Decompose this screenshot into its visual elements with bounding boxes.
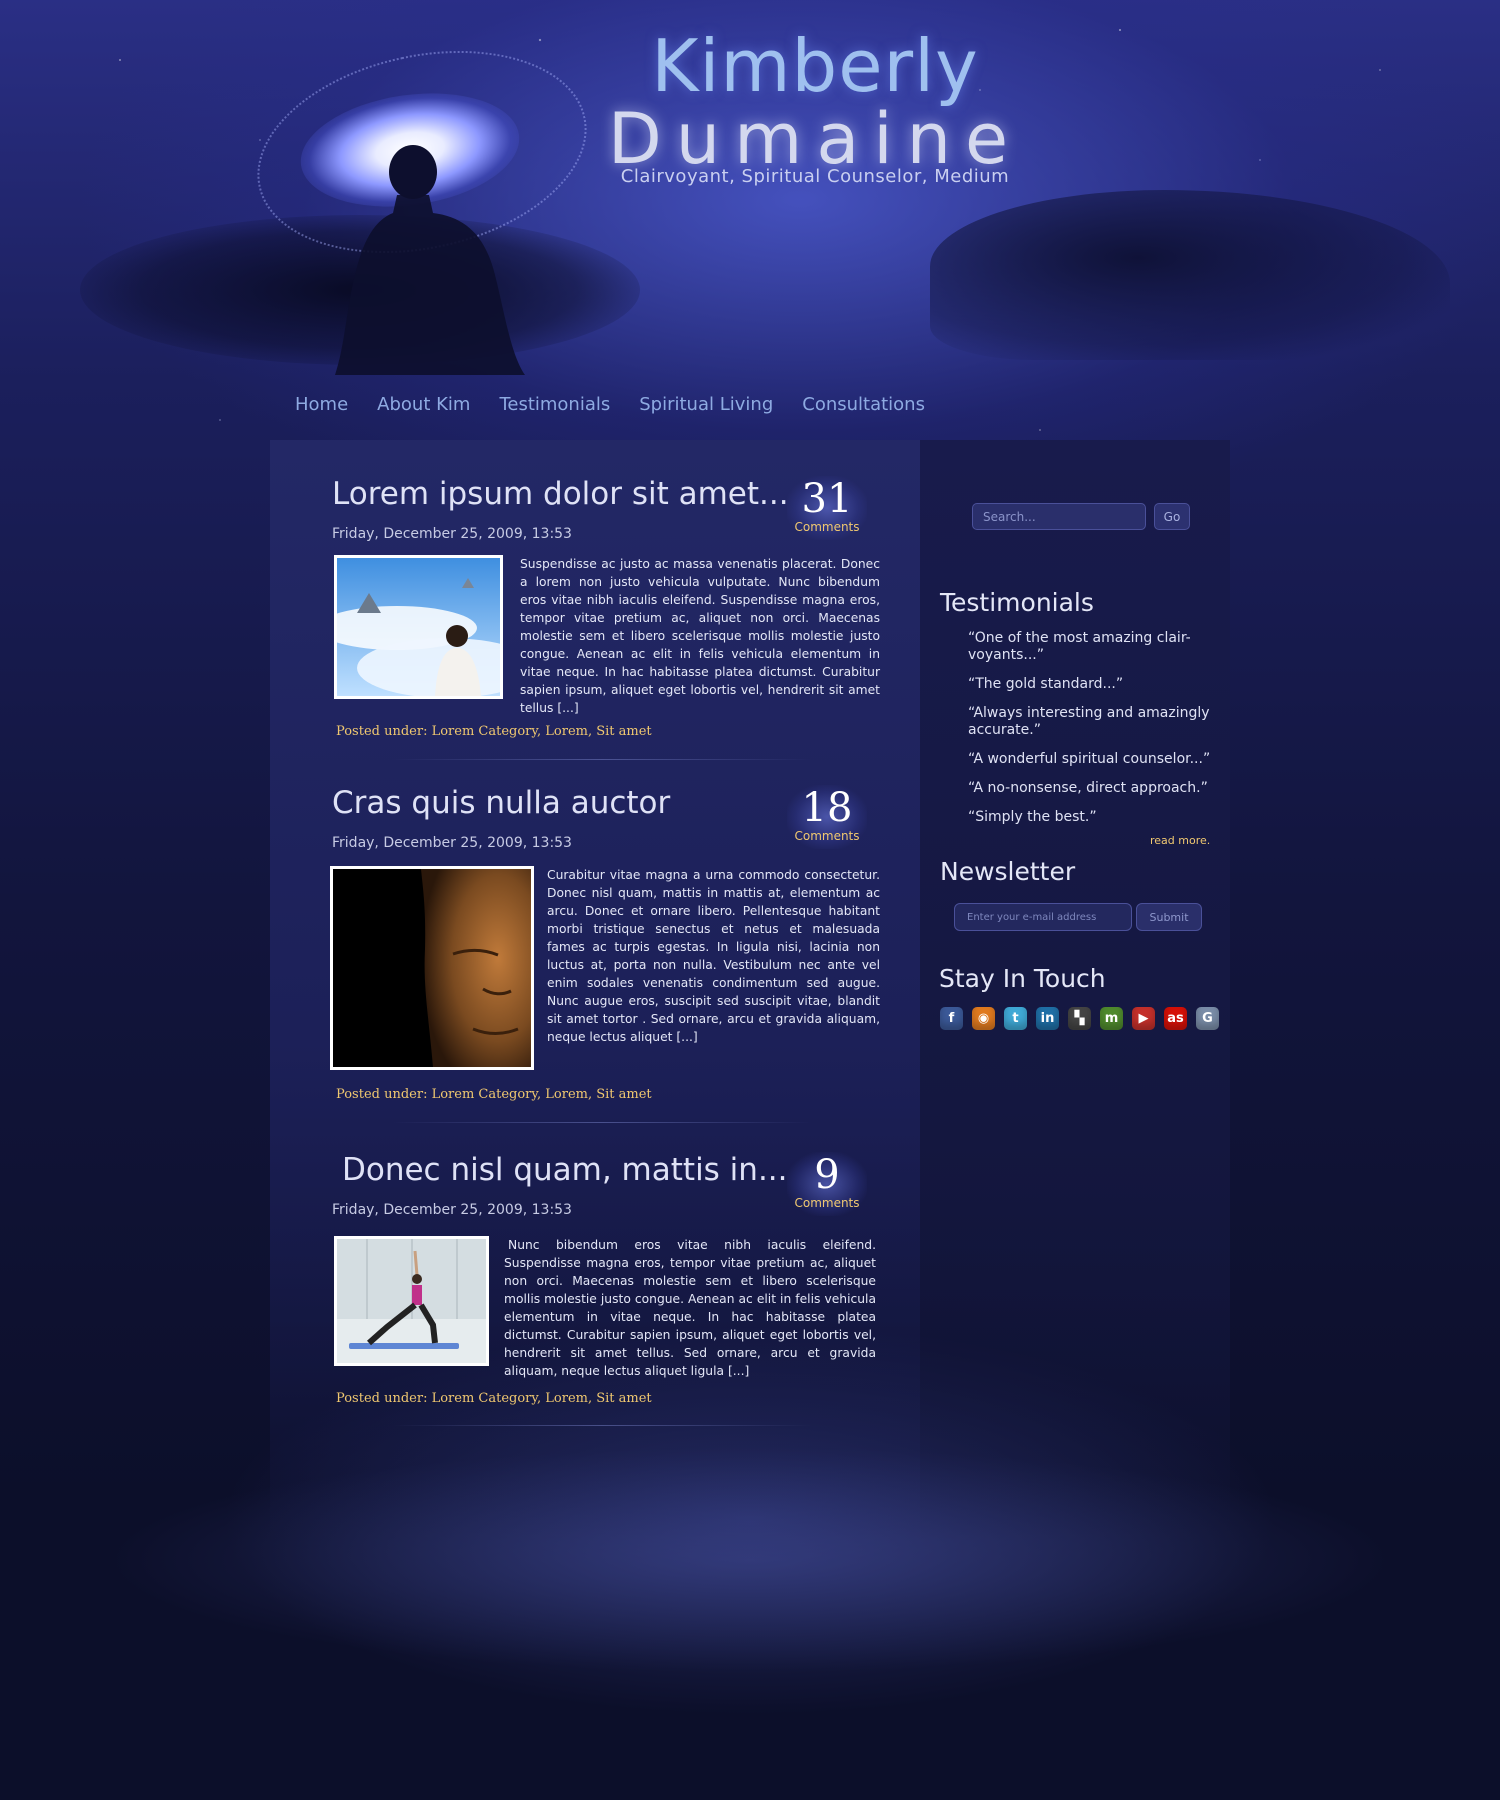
twitter-icon[interactable]: t (1004, 1007, 1027, 1030)
newsletter-submit-button[interactable]: Submit (1136, 903, 1202, 931)
comment-label: Comments (794, 520, 860, 534)
category-link[interactable]: Lorem Category (432, 1087, 537, 1102)
delicious-icon[interactable]: ▚ (1068, 1007, 1091, 1030)
blog-post: Donec nisl quam, mattis in... Friday, De… (332, 1152, 880, 1442)
buddha-face-image (333, 869, 531, 1067)
rss-icon[interactable]: ◉ (972, 1007, 995, 1030)
comment-count: 31 (801, 476, 853, 522)
testimonial-item[interactable]: “The gold standard...” (968, 676, 1218, 693)
testimonial-item[interactable]: “A wonderful spiritual counselor...” (968, 751, 1218, 768)
post-excerpt: Nunc bibendum eros vitae nibh iaculis el… (504, 1238, 876, 1378)
testimonials-heading: Testimonials (940, 588, 1094, 617)
stay-in-touch-heading: Stay In Touch (939, 964, 1106, 993)
category-link[interactable]: Sit amet (596, 724, 651, 739)
myspace-icon[interactable]: m (1100, 1007, 1123, 1030)
category-link[interactable]: Lorem (545, 1391, 588, 1406)
google-icon[interactable]: G (1196, 1007, 1219, 1030)
man-in-clouds-image (337, 558, 500, 696)
post-date: Friday, December 25, 2009, 13:53 (332, 835, 572, 851)
comment-count: 9 (814, 1152, 840, 1198)
category-link[interactable]: Lorem (545, 1087, 588, 1102)
search-input[interactable] (972, 503, 1146, 530)
category-link[interactable]: Sit amet (596, 1087, 651, 1102)
youtube-icon[interactable]: ▶ (1132, 1007, 1155, 1030)
post-categories: Posted under: Lorem Category, Lorem, Sit… (336, 1087, 652, 1102)
comment-label: Comments (794, 829, 860, 843)
nav-item-spiritual-living[interactable]: Spiritual Living (639, 394, 773, 415)
comment-count: 18 (801, 785, 853, 831)
post-title[interactable]: Donec nisl quam, mattis in... (342, 1152, 788, 1188)
post-thumbnail[interactable] (330, 866, 534, 1070)
linkedin-icon[interactable]: in (1036, 1007, 1059, 1030)
blog-post: Cras quis nulla auctor Friday, December … (330, 785, 880, 1123)
lastfm-icon[interactable]: as (1164, 1007, 1187, 1030)
yoga-pose-image (337, 1239, 486, 1363)
post-categories: Posted under: Lorem Category, Lorem, Sit… (336, 1391, 652, 1406)
site-title-last: Dumaine (607, 98, 1023, 180)
search-go-button[interactable]: Go (1154, 503, 1190, 530)
meditating-figure-silhouette (335, 145, 525, 375)
post-excerpt: Suspendisse ac justo ac massa venenatis … (520, 557, 880, 715)
nav-item-consultations[interactable]: Consultations (802, 394, 925, 415)
category-link[interactable]: Sit amet (596, 1391, 651, 1406)
nav-item-home[interactable]: Home (295, 394, 348, 415)
site-title[interactable]: Kimberly Dumaine (600, 28, 1030, 174)
facebook-icon[interactable]: f (940, 1007, 963, 1030)
nav-item-testimonials[interactable]: Testimonials (499, 394, 610, 415)
testimonial-item[interactable]: “Simply the best.” (968, 809, 1218, 826)
comment-count-badge[interactable]: 18 Comments (787, 785, 867, 849)
post-meta-prefix: Posted under: (336, 1391, 432, 1406)
read-more-link[interactable]: read more. (1150, 834, 1210, 847)
post-thumbnail[interactable] (334, 555, 503, 699)
newsletter-heading: Newsletter (940, 857, 1076, 886)
post-excerpt: Curabitur vitae magna a urna commodo con… (547, 868, 880, 1044)
site-title-first: Kimberly (651, 24, 979, 108)
comment-count-badge[interactable]: 9 Comments (787, 1152, 867, 1216)
post-divider (392, 1425, 812, 1426)
category-link[interactable]: Lorem Category (432, 1391, 537, 1406)
newsletter-email-input[interactable] (954, 903, 1132, 931)
testimonial-item[interactable]: “Always interesting and amazingly accura… (968, 705, 1218, 739)
post-divider (392, 759, 812, 760)
social-icons: f ◉ t in ▚ m ▶ as G (940, 1007, 1228, 1030)
post-meta-prefix: Posted under: (336, 724, 432, 739)
nav-item-about-kim[interactable]: About Kim (377, 394, 470, 415)
post-meta-prefix: Posted under: (336, 1087, 432, 1102)
main-nav: Home About Kim Testimonials Spiritual Li… (295, 394, 954, 415)
comment-label: Comments (794, 1196, 860, 1210)
testimonial-item[interactable]: “One of the most amazing clair-voyants..… (968, 630, 1218, 664)
post-date: Friday, December 25, 2009, 13:53 (332, 1202, 572, 1218)
category-link[interactable]: Lorem (545, 724, 588, 739)
blog-post: Lorem ipsum dolor sit amet... Friday, De… (332, 476, 880, 776)
comment-count-badge[interactable]: 31 Comments (787, 476, 867, 540)
post-categories: Posted under: Lorem Category, Lorem, Sit… (336, 724, 652, 739)
category-link[interactable]: Lorem Category (432, 724, 537, 739)
site-tagline: Clairvoyant, Spiritual Counselor, Medium (620, 166, 1010, 187)
post-divider (392, 1122, 812, 1123)
post-date: Friday, December 25, 2009, 13:53 (332, 526, 572, 542)
testimonials-list: “One of the most amazing clair-voyants..… (968, 630, 1218, 838)
post-title[interactable]: Cras quis nulla auctor (332, 785, 670, 821)
post-thumbnail[interactable] (334, 1236, 489, 1366)
testimonial-item[interactable]: “A no-nonsense, direct approach.” (968, 780, 1218, 797)
post-title[interactable]: Lorem ipsum dolor sit amet... (332, 476, 789, 512)
